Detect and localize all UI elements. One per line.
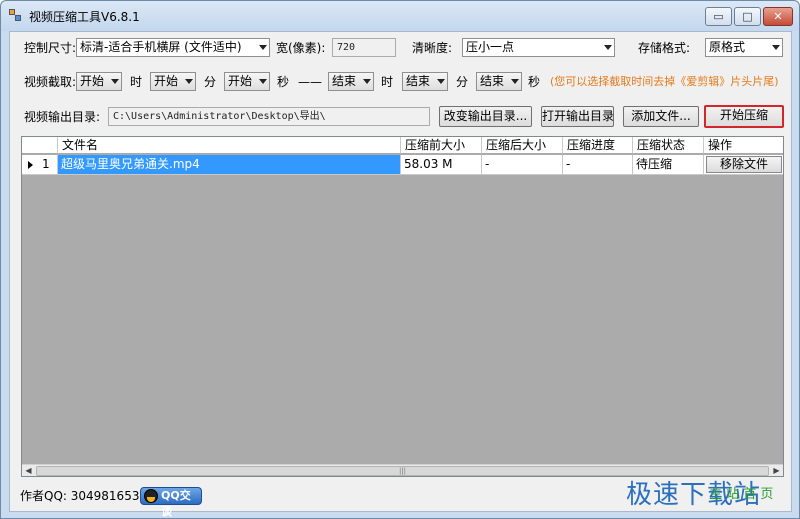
chevron-down-icon (111, 79, 119, 84)
title-bar[interactable]: 视频压缩工具V6.8.1 ▭ □ ✕ (1, 1, 799, 31)
chevron-down-icon (604, 45, 612, 50)
column-header-filename[interactable]: 文件名 (58, 137, 401, 154)
column-header-size-after[interactable]: 压缩后大小 (482, 137, 563, 154)
chevron-down-icon (259, 45, 267, 50)
minute-unit-end: 分 (456, 75, 469, 89)
hour-unit: 时 (130, 75, 143, 89)
cell-size-before[interactable]: 58.03 M (401, 155, 482, 175)
open-output-dir-button[interactable]: 打开输出目录 (541, 106, 614, 127)
window-title: 视频压缩工具V6.8.1 (29, 10, 140, 24)
scroll-left-icon[interactable]: ◀ (22, 465, 35, 477)
width-label: 宽(像素): (276, 41, 326, 55)
chevron-down-icon (511, 79, 519, 84)
width-field[interactable]: 720 (332, 38, 396, 57)
column-header-size-before[interactable]: 压缩前大小 (401, 137, 482, 154)
output-dir-label: 视频输出目录: (24, 110, 101, 124)
chevron-down-icon (185, 79, 193, 84)
qq-chat-button[interactable]: QQ交谈 (140, 487, 202, 518)
start-hour-value: 开始 (80, 74, 105, 88)
range-dash: —— (298, 75, 322, 89)
cell-size-after[interactable]: - (482, 155, 563, 175)
app-icon (9, 9, 23, 23)
hour-unit-end: 时 (381, 75, 394, 89)
start-minute-value: 开始 (154, 74, 179, 88)
watermark-link: 主 站 首 页 (709, 487, 774, 502)
format-value: 原格式 (709, 40, 746, 54)
end-second-select[interactable]: 结束 (476, 72, 522, 91)
start-second-value: 开始 (228, 74, 253, 88)
end-hour-select[interactable]: 结束 (328, 72, 374, 91)
end-hour-value: 结束 (332, 74, 357, 88)
cell-filename[interactable]: 超级马里奥兄弟通关.mp4 (58, 155, 401, 175)
size-label: 控制尺寸: (24, 41, 77, 55)
qq-chat-label: QQ交谈 (161, 489, 191, 518)
chevron-down-icon (259, 79, 267, 84)
cell-action: 移除文件 (704, 155, 783, 175)
size-value: 标清-适合手机横屏 (文件适中) (80, 40, 242, 54)
end-minute-value: 结束 (406, 74, 431, 88)
author-qq: 作者QQ: 3049816538 (20, 489, 148, 503)
start-second-select[interactable]: 开始 (224, 72, 270, 91)
row-index: 1 (42, 157, 50, 171)
file-table: 文件名 压缩前大小 压缩后大小 压缩进度 压缩状态 操作 1 超级马里奥兄弟通关… (21, 136, 784, 477)
row-pointer-icon (28, 161, 33, 169)
column-header-status[interactable]: 压缩状态 (633, 137, 704, 154)
add-file-button[interactable]: 添加文件... (623, 106, 699, 127)
column-header-progress[interactable]: 压缩进度 (563, 137, 633, 154)
clip-hint: (您可以选择截取时间去掉《爱剪辑》片头片尾) (550, 75, 779, 88)
close-button[interactable]: ✕ (763, 7, 793, 26)
minute-unit: 分 (204, 75, 217, 89)
clarity-value: 压小一点 (466, 40, 515, 54)
minimize-button[interactable]: ▭ (705, 7, 732, 26)
scroll-right-icon[interactable]: ▶ (770, 465, 783, 477)
output-dir-field[interactable]: C:\Users\Administrator\Desktop\导出\ (108, 107, 430, 126)
chevron-down-icon (437, 79, 445, 84)
app-window: 视频压缩工具V6.8.1 ▭ □ ✕ 控制尺寸: 标清-适合手机横屏 (文件适中… (0, 0, 800, 519)
row-header-corner (22, 137, 58, 154)
size-select[interactable]: 标清-适合手机横屏 (文件适中) (76, 38, 270, 57)
cell-progress[interactable]: - (563, 155, 633, 175)
end-minute-select[interactable]: 结束 (402, 72, 448, 91)
format-label: 存储格式: (638, 41, 691, 55)
second-unit-end: 秒 (528, 75, 541, 89)
second-unit: 秒 (277, 75, 290, 89)
column-header-action[interactable]: 操作 (704, 137, 783, 154)
clip-label: 视频截取: (24, 75, 77, 89)
start-minute-select[interactable]: 开始 (150, 72, 196, 91)
start-compress-button[interactable]: 开始压缩 (704, 105, 784, 128)
maximize-button[interactable]: □ (734, 7, 761, 26)
start-hour-select[interactable]: 开始 (76, 72, 122, 91)
table-row-header[interactable]: 1 (22, 155, 58, 175)
chevron-down-icon (363, 79, 371, 84)
cell-status[interactable]: 待压缩 (633, 155, 704, 175)
remove-file-button[interactable]: 移除文件 (706, 156, 782, 173)
change-output-dir-button[interactable]: 改变输出目录... (439, 106, 532, 127)
end-second-value: 结束 (480, 74, 505, 88)
clarity-label: 清晰度: (412, 41, 453, 55)
format-select[interactable]: 原格式 (705, 38, 783, 57)
qq-penguin-icon (144, 489, 158, 503)
clarity-select[interactable]: 压小一点 (462, 38, 615, 57)
chevron-down-icon (772, 45, 780, 50)
main-panel: 控制尺寸: 标清-适合手机横屏 (文件适中) 宽(像素): 720 清晰度: 压… (9, 31, 792, 518)
